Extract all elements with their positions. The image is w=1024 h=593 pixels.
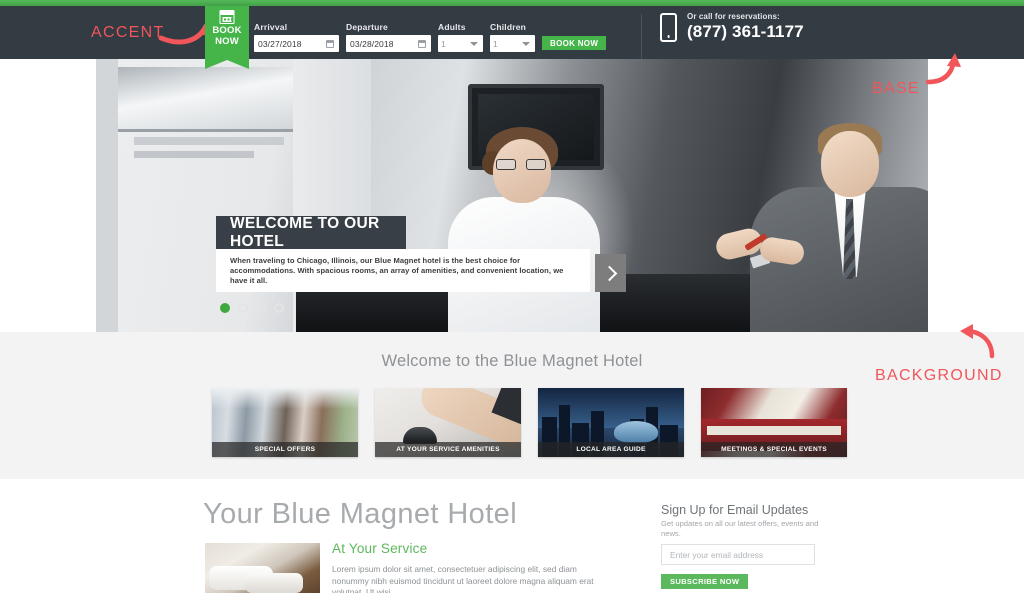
feature-card-local-area[interactable]: LOCAL AREA GUIDE bbox=[538, 388, 684, 457]
arrival-field: Arrivval 03/27/2018 bbox=[254, 22, 339, 52]
book-now-ribbon-label: BOOK NOW bbox=[205, 25, 249, 47]
departure-value: 03/28/2018 bbox=[350, 38, 394, 49]
card-caption: SPECIAL OFFERS bbox=[254, 446, 316, 453]
departure-input[interactable]: 03/28/2018 bbox=[346, 35, 431, 52]
ribbon-line-2: NOW bbox=[215, 36, 239, 47]
header-divider bbox=[641, 14, 642, 60]
arrival-label: Arrivval bbox=[254, 22, 288, 32]
feature-card-meetings[interactable]: MEETINGS & SPECIAL EVENTS bbox=[701, 388, 847, 457]
content-thumbnail bbox=[205, 543, 320, 593]
hero-title: WELCOME TO OUR HOTEL bbox=[230, 214, 380, 250]
carousel-dot[interactable] bbox=[220, 303, 230, 313]
annotation-background: BACKGROUND bbox=[875, 367, 1003, 384]
chevron-down-icon bbox=[522, 41, 530, 46]
children-select[interactable]: 1 bbox=[490, 35, 535, 52]
content-subtitle: At Your Service bbox=[332, 541, 428, 556]
phone-caption: Or call for reservations: bbox=[687, 12, 780, 21]
feature-cards: SPECIAL OFFERS AT YOUR SERVICE AMENITIES bbox=[212, 388, 847, 457]
arrival-value: 03/27/2018 bbox=[258, 38, 302, 49]
card-caption-bar: LOCAL AREA GUIDE bbox=[538, 442, 684, 457]
departure-label: Departure bbox=[346, 22, 388, 32]
children-label: Children bbox=[490, 22, 527, 32]
book-now-ribbon[interactable]: BOOK NOW bbox=[205, 6, 249, 69]
children-field: Children 1 bbox=[490, 22, 535, 52]
departure-field: Departure 03/28/2018 bbox=[346, 22, 431, 52]
carousel-dot[interactable] bbox=[238, 303, 248, 313]
calendar-picker-icon[interactable] bbox=[326, 39, 334, 48]
card-caption-bar: AT YOUR SERVICE AMENITIES bbox=[375, 442, 521, 457]
hero-body-text: When traveling to Chicago, Illinois, our… bbox=[230, 256, 564, 285]
booking-form: Arrivval 03/27/2018 Departure 03/28/2018… bbox=[254, 14, 607, 52]
feature-card-amenities[interactable]: AT YOUR SERVICE AMENITIES bbox=[375, 388, 521, 457]
adults-select[interactable]: 1 bbox=[438, 35, 483, 52]
mobile-phone-icon bbox=[660, 12, 677, 42]
ribbon-notch bbox=[205, 60, 249, 69]
signup-heading: Sign Up for Email Updates bbox=[661, 503, 809, 517]
adults-label: Adults bbox=[438, 22, 466, 32]
children-value: 1 bbox=[493, 38, 498, 49]
card-caption: AT YOUR SERVICE AMENITIES bbox=[396, 446, 500, 453]
feature-card-special-offers[interactable]: SPECIAL OFFERS bbox=[212, 388, 358, 457]
adults-value: 1 bbox=[441, 38, 446, 49]
calendar-picker-icon[interactable] bbox=[418, 39, 426, 48]
phone-text: Or call for reservations: (877) 361-1177 bbox=[687, 12, 804, 42]
arrival-input[interactable]: 03/27/2018 bbox=[254, 35, 339, 52]
chevron-right-icon bbox=[601, 265, 617, 281]
card-caption: MEETINGS & SPECIAL EVENTS bbox=[721, 446, 827, 453]
hero-body-panel: When traveling to Chicago, Illinois, our… bbox=[216, 249, 590, 292]
content-body: Lorem ipsum dolor sit amet, consectetuer… bbox=[332, 564, 594, 593]
phone-number: (877) 361-1177 bbox=[687, 22, 804, 41]
annotation-base: BASE bbox=[872, 80, 920, 97]
calendar-icon bbox=[219, 10, 235, 24]
email-field[interactable]: Enter your email address bbox=[661, 544, 815, 565]
email-placeholder: Enter your email address bbox=[670, 549, 764, 560]
adults-field: Adults 1 bbox=[438, 22, 483, 52]
carousel-dot[interactable] bbox=[256, 303, 266, 313]
card-caption-bar: MEETINGS & SPECIAL EVENTS bbox=[701, 442, 847, 457]
card-caption-bar: SPECIAL OFFERS bbox=[212, 442, 358, 457]
page-root: BOOK NOW Arrivval 03/27/2018 Departure 0… bbox=[0, 0, 1024, 593]
book-now-button[interactable]: BOOK NOW bbox=[542, 36, 607, 50]
ribbon-line-1: BOOK bbox=[212, 25, 242, 36]
hero-next-button[interactable] bbox=[595, 254, 626, 292]
carousel-dots bbox=[220, 303, 284, 313]
reservations-phone[interactable]: Or call for reservations: (877) 361-1177 bbox=[660, 12, 804, 42]
card-caption: LOCAL AREA GUIDE bbox=[576, 446, 646, 453]
chevron-down-icon bbox=[470, 41, 478, 46]
subscribe-button[interactable]: SUBSCRIBE NOW bbox=[661, 574, 749, 589]
welcome-heading: Welcome to the Blue Magnet Hotel bbox=[381, 352, 643, 370]
annotation-accent: ACCENT bbox=[91, 24, 165, 41]
page-title: Your Blue Magnet Hotel bbox=[203, 498, 518, 530]
carousel-dot[interactable] bbox=[274, 303, 284, 313]
hero-title-bar: WELCOME TO OUR HOTEL bbox=[216, 214, 406, 250]
signup-subtext: Get updates on all our latest offers, ev… bbox=[661, 519, 819, 538]
